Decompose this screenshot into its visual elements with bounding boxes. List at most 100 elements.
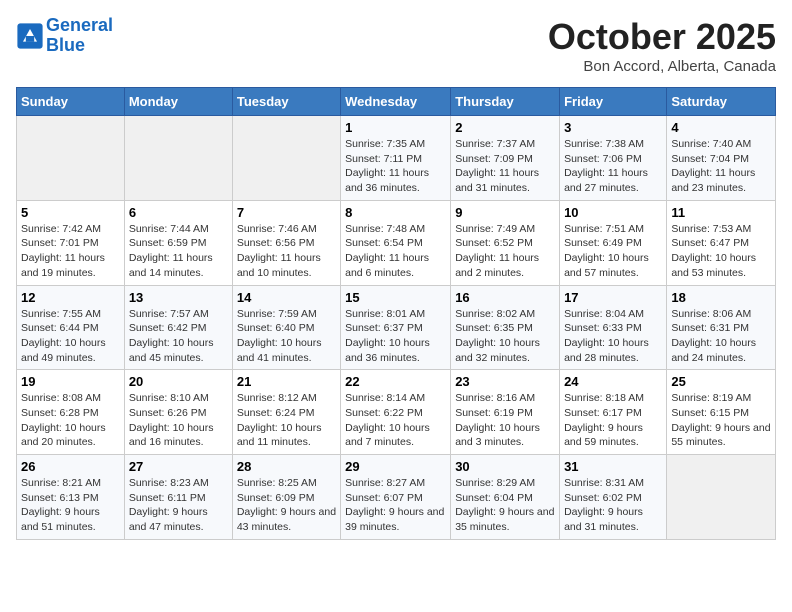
calendar-cell: 20 Sunrise: 8:10 AMSunset: 6:26 PMDayligh… [124, 370, 232, 455]
day-info: Sunrise: 8:08 AMSunset: 6:28 PMDaylight:… [21, 391, 120, 450]
calendar-week-row: 19 Sunrise: 8:08 AMSunset: 6:28 PMDayligh… [17, 370, 776, 455]
calendar-week-row: 1Sunrise: 7:35 AMSunset: 7:11 PMDaylight… [17, 116, 776, 201]
calendar-cell: 4 Sunrise: 7:40 AMSunset: 7:04 PMDaylight… [667, 116, 776, 201]
logo-text: General Blue [46, 16, 113, 56]
day-number: 14 [237, 290, 336, 305]
day-info: Sunrise: 8:23 AMSunset: 6:11 PMDaylight:… [129, 476, 228, 535]
title-section: October 2025 Bon Accord, Alberta, Canada [548, 16, 776, 75]
day-info: Sunrise: 7:57 AMSunset: 6:42 PMDaylight:… [129, 307, 228, 366]
header-sunday: Sunday [17, 88, 125, 116]
calendar-cell: 16Sunrise: 8:02 AMSunset: 6:35 PMDayligh… [451, 285, 560, 370]
header-thursday: Thursday [451, 88, 560, 116]
day-number: 7 [237, 205, 336, 220]
calendar-cell: 30 Sunrise: 8:29 AMSunset: 6:04 PMDayligh… [451, 455, 560, 540]
header-friday: Friday [560, 88, 667, 116]
day-number: 6 [129, 205, 228, 220]
day-info: Sunrise: 7:38 AMSunset: 7:06 PMDaylight:… [564, 137, 662, 196]
calendar-cell: 5 Sunrise: 7:42 AMSunset: 7:01 PMDaylight… [17, 200, 125, 285]
day-number: 21 [237, 374, 336, 389]
day-number: 24 [564, 374, 662, 389]
calendar-cell: 7Sunrise: 7:46 AMSunset: 6:56 PMDaylight… [232, 200, 340, 285]
calendar-cell: 9 Sunrise: 7:49 AMSunset: 6:52 PMDaylight… [451, 200, 560, 285]
day-number: 18 [671, 290, 771, 305]
day-info: Sunrise: 7:51 AMSunset: 6:49 PMDaylight:… [564, 222, 662, 281]
day-info: Sunrise: 8:01 AMSunset: 6:37 PMDaylight:… [345, 307, 446, 366]
day-info: Sunrise: 8:31 AMSunset: 6:02 PMDaylight:… [564, 476, 662, 535]
day-number: 2 [455, 120, 555, 135]
day-info: Sunrise: 8:27 AMSunset: 6:07 PMDaylight:… [345, 476, 446, 535]
day-number: 27 [129, 459, 228, 474]
calendar-cell: 1Sunrise: 7:35 AMSunset: 7:11 PMDaylight… [341, 116, 451, 201]
calendar-cell: 13 Sunrise: 7:57 AMSunset: 6:42 PMDayligh… [124, 285, 232, 370]
day-info: Sunrise: 8:18 AMSunset: 6:17 PMDaylight:… [564, 391, 662, 450]
calendar-cell: 15 Sunrise: 8:01 AMSunset: 6:37 PMDayligh… [341, 285, 451, 370]
calendar-cell [17, 116, 125, 201]
header-tuesday: Tuesday [232, 88, 340, 116]
calendar-cell [232, 116, 340, 201]
calendar-cell: 25Sunrise: 8:19 AMSunset: 6:15 PMDayligh… [667, 370, 776, 455]
day-number: 13 [129, 290, 228, 305]
day-number: 3 [564, 120, 662, 135]
calendar-cell: 24 Sunrise: 8:18 AMSunset: 6:17 PMDayligh… [560, 370, 667, 455]
day-number: 25 [671, 374, 771, 389]
calendar-cell: 12 Sunrise: 7:55 AMSunset: 6:44 PMDayligh… [17, 285, 125, 370]
day-number: 17 [564, 290, 662, 305]
day-info: Sunrise: 8:14 AMSunset: 6:22 PMDaylight:… [345, 391, 446, 450]
day-number: 19 [21, 374, 120, 389]
day-number: 12 [21, 290, 120, 305]
page-header: General Blue October 2025 Bon Accord, Al… [16, 16, 776, 75]
calendar-cell: 19 Sunrise: 8:08 AMSunset: 6:28 PMDayligh… [17, 370, 125, 455]
calendar-week-row: 26Sunrise: 8:21 AMSunset: 6:13 PMDayligh… [17, 455, 776, 540]
day-number: 23 [455, 374, 555, 389]
day-number: 5 [21, 205, 120, 220]
calendar-table: SundayMondayTuesdayWednesdayThursdayFrid… [16, 87, 776, 540]
day-number: 28 [237, 459, 336, 474]
header-wednesday: Wednesday [341, 88, 451, 116]
calendar-cell: 8Sunrise: 7:48 AMSunset: 6:54 PMDaylight… [341, 200, 451, 285]
calendar-cell: 2Sunrise: 7:37 AMSunset: 7:09 PMDaylight… [451, 116, 560, 201]
calendar-cell: 6 Sunrise: 7:44 AMSunset: 6:59 PMDaylight… [124, 200, 232, 285]
day-number: 30 [455, 459, 555, 474]
calendar-cell: 23Sunrise: 8:16 AMSunset: 6:19 PMDayligh… [451, 370, 560, 455]
day-info: Sunrise: 8:29 AMSunset: 6:04 PMDaylight:… [455, 476, 555, 535]
day-number: 8 [345, 205, 446, 220]
day-info: Sunrise: 8:12 AMSunset: 6:24 PMDaylight:… [237, 391, 336, 450]
header-saturday: Saturday [667, 88, 776, 116]
day-info: Sunrise: 7:42 AMSunset: 7:01 PMDaylight:… [21, 222, 120, 281]
logo: General Blue [16, 16, 113, 56]
day-number: 4 [671, 120, 771, 135]
day-number: 29 [345, 459, 446, 474]
day-info: Sunrise: 8:06 AMSunset: 6:31 PMDaylight:… [671, 307, 771, 366]
calendar-cell: 18 Sunrise: 8:06 AMSunset: 6:31 PMDayligh… [667, 285, 776, 370]
day-number: 9 [455, 205, 555, 220]
calendar-cell: 22 Sunrise: 8:14 AMSunset: 6:22 PMDayligh… [341, 370, 451, 455]
calendar-header-row: SundayMondayTuesdayWednesdayThursdayFrid… [17, 88, 776, 116]
calendar-cell: 17Sunrise: 8:04 AMSunset: 6:33 PMDayligh… [560, 285, 667, 370]
day-info: Sunrise: 8:25 AMSunset: 6:09 PMDaylight:… [237, 476, 336, 535]
calendar-cell: 31Sunrise: 8:31 AMSunset: 6:02 PMDayligh… [560, 455, 667, 540]
calendar-cell: 11 Sunrise: 7:53 AMSunset: 6:47 PMDayligh… [667, 200, 776, 285]
day-number: 1 [345, 120, 446, 135]
day-info: Sunrise: 8:10 AMSunset: 6:26 PMDaylight:… [129, 391, 228, 450]
day-info: Sunrise: 7:49 AMSunset: 6:52 PMDaylight:… [455, 222, 555, 281]
day-info: Sunrise: 7:44 AMSunset: 6:59 PMDaylight:… [129, 222, 228, 281]
day-number: 20 [129, 374, 228, 389]
day-info: Sunrise: 7:40 AMSunset: 7:04 PMDaylight:… [671, 137, 771, 196]
day-number: 26 [21, 459, 120, 474]
day-number: 11 [671, 205, 771, 220]
day-number: 15 [345, 290, 446, 305]
day-info: Sunrise: 7:55 AMSunset: 6:44 PMDaylight:… [21, 307, 120, 366]
location: Bon Accord, Alberta, Canada [548, 58, 776, 75]
calendar-cell: 21 Sunrise: 8:12 AMSunset: 6:24 PMDayligh… [232, 370, 340, 455]
calendar-cell [667, 455, 776, 540]
calendar-cell: 3 Sunrise: 7:38 AMSunset: 7:06 PMDaylight… [560, 116, 667, 201]
calendar-cell: 14Sunrise: 7:59 AMSunset: 6:40 PMDayligh… [232, 285, 340, 370]
calendar-cell: 28 Sunrise: 8:25 AMSunset: 6:09 PMDayligh… [232, 455, 340, 540]
day-info: Sunrise: 7:53 AMSunset: 6:47 PMDaylight:… [671, 222, 771, 281]
header-monday: Monday [124, 88, 232, 116]
calendar-cell: 26Sunrise: 8:21 AMSunset: 6:13 PMDayligh… [17, 455, 125, 540]
month-title: October 2025 [548, 16, 776, 58]
day-number: 22 [345, 374, 446, 389]
calendar-cell: 10Sunrise: 7:51 AMSunset: 6:49 PMDayligh… [560, 200, 667, 285]
calendar-cell [124, 116, 232, 201]
